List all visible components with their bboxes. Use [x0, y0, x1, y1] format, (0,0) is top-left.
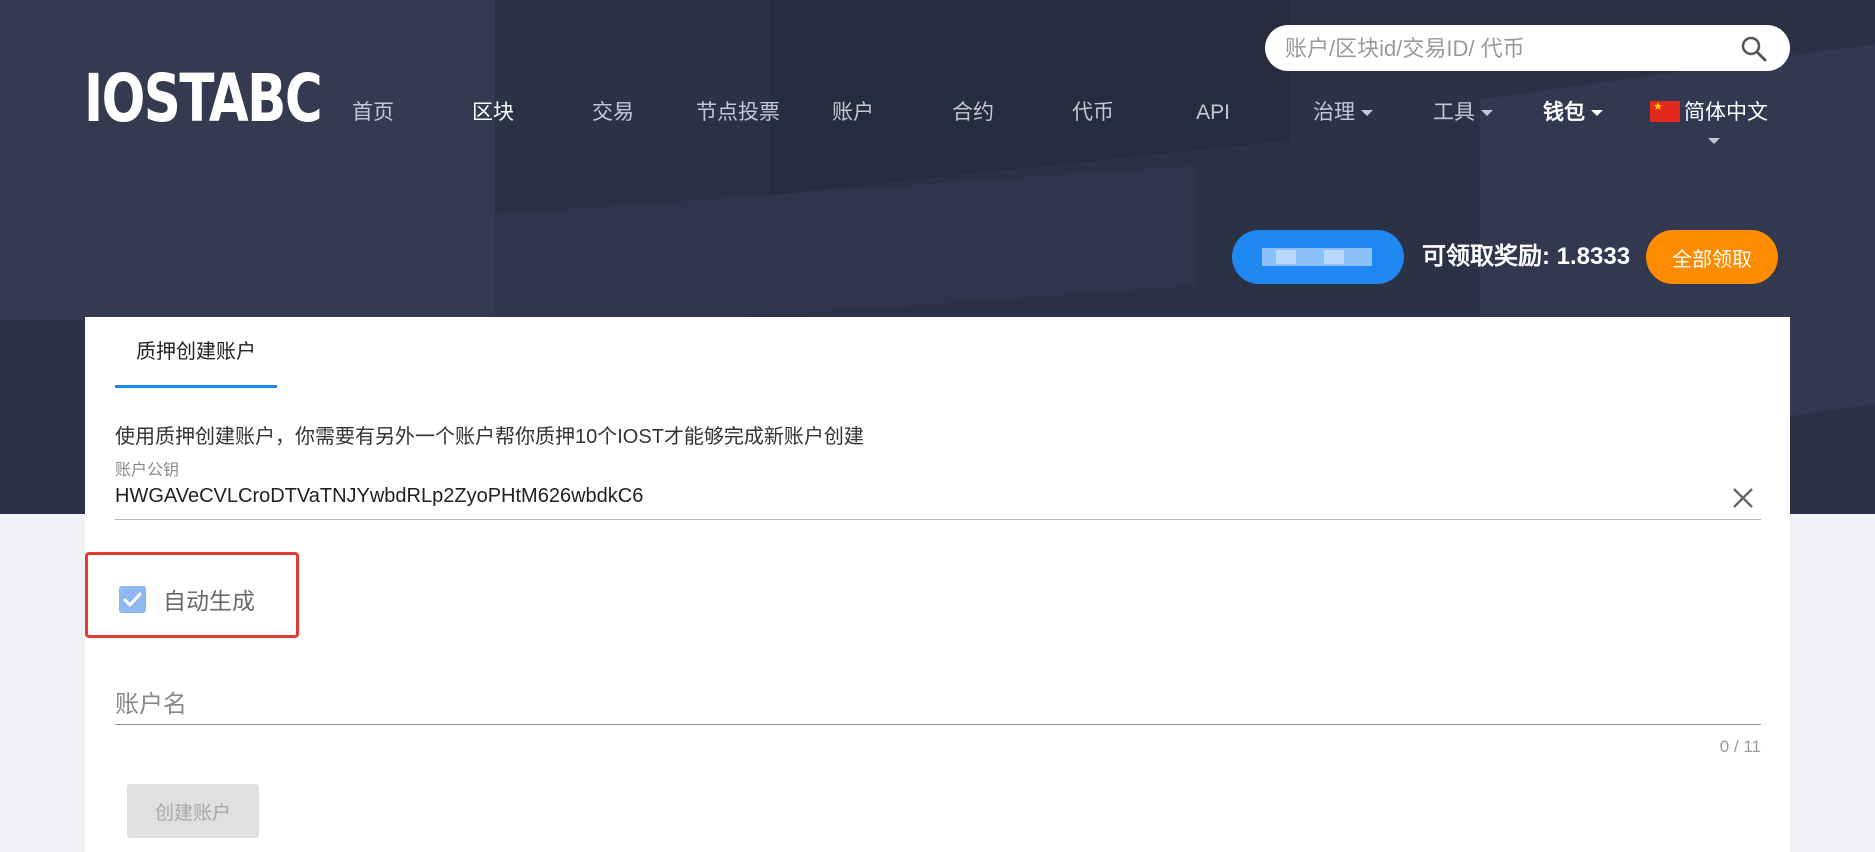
form-description: 使用质押创建账户，你需要有另外一个账户帮你质押10个IOST才能够完成新账户创建	[115, 426, 864, 448]
nav-tools-dropdown[interactable]: 工具	[1408, 98, 1518, 128]
active-tab-indicator	[115, 385, 277, 388]
nav-tokens[interactable]: 代币	[1056, 98, 1130, 128]
nav-wallet-dropdown[interactable]: 钱包	[1518, 98, 1628, 128]
claimable-reward: 可领取奖励: 1.8333	[1422, 243, 1631, 270]
public-key-field[interactable]: HWGAVeCVLCroDTVaTNJYwbdRLp2ZyoPHtM626wbd…	[115, 485, 643, 508]
auto-generate-label[interactable]: 自动生成	[163, 582, 255, 616]
nav-wallet-label: 钱包	[1543, 101, 1585, 124]
search-icon[interactable]	[1740, 35, 1768, 63]
nav-accounts[interactable]: 账户	[816, 98, 890, 128]
background-shape	[495, 165, 1195, 335]
search-box[interactable]	[1265, 25, 1790, 73]
nav-tools-label: 工具	[1433, 101, 1475, 124]
obscured-account-name	[1324, 250, 1344, 264]
account-name-underline	[115, 724, 1761, 725]
obscured-account-name	[1276, 250, 1296, 264]
account-name-input[interactable]	[115, 685, 1761, 725]
public-key-underline	[115, 519, 1761, 520]
create-account-button[interactable]: 创建账户	[127, 784, 259, 838]
claim-all-button[interactable]: 全部领取	[1646, 230, 1778, 284]
create-account-card: 质押创建账户 使用质押创建账户，你需要有另外一个账户帮你质押10个IOST才能够…	[85, 317, 1790, 852]
site-logo[interactable]: IOSTABC	[84, 62, 323, 136]
nav-contracts[interactable]: 合约	[936, 98, 1010, 128]
nav-governance-label: 治理	[1313, 101, 1355, 124]
clear-icon[interactable]	[1730, 485, 1756, 511]
nav-node-voting[interactable]: 节点投票	[688, 98, 788, 128]
account-badge[interactable]	[1232, 230, 1404, 284]
nav-governance-dropdown[interactable]: 治理	[1288, 98, 1398, 128]
caret-down-icon	[1481, 110, 1493, 117]
caret-down-icon	[1361, 110, 1373, 117]
tab-stake-create-account[interactable]: 质押创建账户	[115, 337, 277, 387]
nav-blocks[interactable]: 区块	[456, 98, 530, 128]
language-label: 简体中文	[1684, 101, 1768, 124]
caret-down-icon[interactable]	[1708, 138, 1720, 144]
auto-generate-checkbox[interactable]	[119, 586, 146, 613]
caret-down-icon	[1591, 110, 1603, 117]
language-selector[interactable]: 简体中文	[1650, 98, 1768, 128]
nav-home[interactable]: 首页	[336, 98, 410, 128]
nav-transactions[interactable]: 交易	[576, 98, 650, 128]
china-flag-icon	[1650, 100, 1680, 122]
char-counter: 0 / 11	[1719, 737, 1761, 756]
nav-api[interactable]: API	[1176, 98, 1250, 128]
public-key-label: 账户公钥	[115, 462, 180, 479]
search-input[interactable]	[1283, 25, 1727, 73]
background-shape	[0, 0, 495, 320]
checkmark-icon	[123, 592, 142, 607]
